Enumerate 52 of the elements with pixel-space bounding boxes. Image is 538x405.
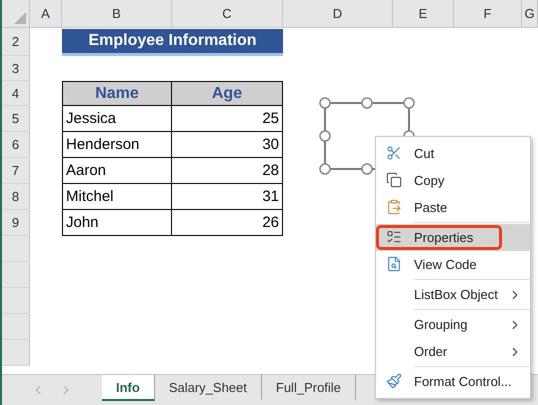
row-header[interactable]: 2 (2, 28, 30, 56)
row-header[interactable] (2, 340, 30, 366)
sheet-tab[interactable]: Salary_Sheet (154, 375, 262, 401)
row-header[interactable]: 3 (2, 56, 30, 81)
scissors-icon (386, 145, 402, 161)
table-cell: Aaron (62, 158, 172, 184)
table-cell: 31 (172, 184, 283, 210)
column-header[interactable]: D (283, 0, 393, 27)
row-header[interactable]: 5 (2, 106, 30, 132)
menu-item[interactable]: Order (376, 338, 530, 365)
column-header[interactable]: E (393, 0, 454, 27)
select-all-icon[interactable] (14, 12, 26, 24)
menu-item[interactable]: Cut (376, 140, 530, 167)
menu-item[interactable]: Grouping (376, 311, 530, 338)
sheet-tab[interactable]: Info (102, 375, 155, 401)
sheet-tab[interactable]: Full_Profile (262, 375, 356, 401)
row-header[interactable]: 7 (2, 158, 30, 184)
copy-icon (386, 172, 402, 188)
column-header[interactable]: A (30, 0, 62, 27)
document-search-icon (386, 256, 402, 272)
row-header[interactable] (2, 314, 30, 340)
table-cell: 26 (172, 210, 283, 236)
table-cell: Mitchel (62, 184, 172, 210)
menu-item[interactable]: Format Control... (376, 368, 530, 395)
clipboard-icon (386, 199, 402, 215)
row-header[interactable] (2, 262, 30, 288)
row-header[interactable] (2, 236, 30, 262)
row-header[interactable]: 4 (2, 81, 30, 106)
table-cell: 25 (172, 106, 283, 132)
table-cell: John (62, 210, 172, 236)
table-cell: 30 (172, 132, 283, 158)
column-header[interactable]: G (522, 0, 538, 27)
table-cell: 28 (172, 158, 283, 184)
table-header: Name (62, 81, 172, 106)
column-header[interactable]: F (454, 0, 522, 27)
row-header[interactable]: 9 (2, 210, 30, 236)
row-header[interactable] (2, 288, 30, 314)
table-cell: Henderson (62, 132, 172, 158)
table-header: Age (172, 81, 283, 106)
column-header[interactable]: B (62, 0, 172, 27)
properties-icon (386, 229, 402, 245)
menu-item[interactable]: ListBox Object (376, 281, 530, 308)
row-header[interactable]: 8 (2, 184, 30, 210)
brush-icon (386, 373, 402, 389)
row-header[interactable]: 6 (2, 132, 30, 158)
menu-item[interactable]: Paste (376, 194, 530, 221)
table-cell: Jessica (62, 106, 172, 132)
menu-item[interactable]: View Code (376, 251, 530, 278)
menu-item[interactable]: Properties (376, 224, 530, 251)
sheet-title: Employee Information (62, 29, 283, 56)
column-header[interactable]: C (172, 0, 283, 27)
menu-item[interactable]: Copy (376, 167, 530, 194)
